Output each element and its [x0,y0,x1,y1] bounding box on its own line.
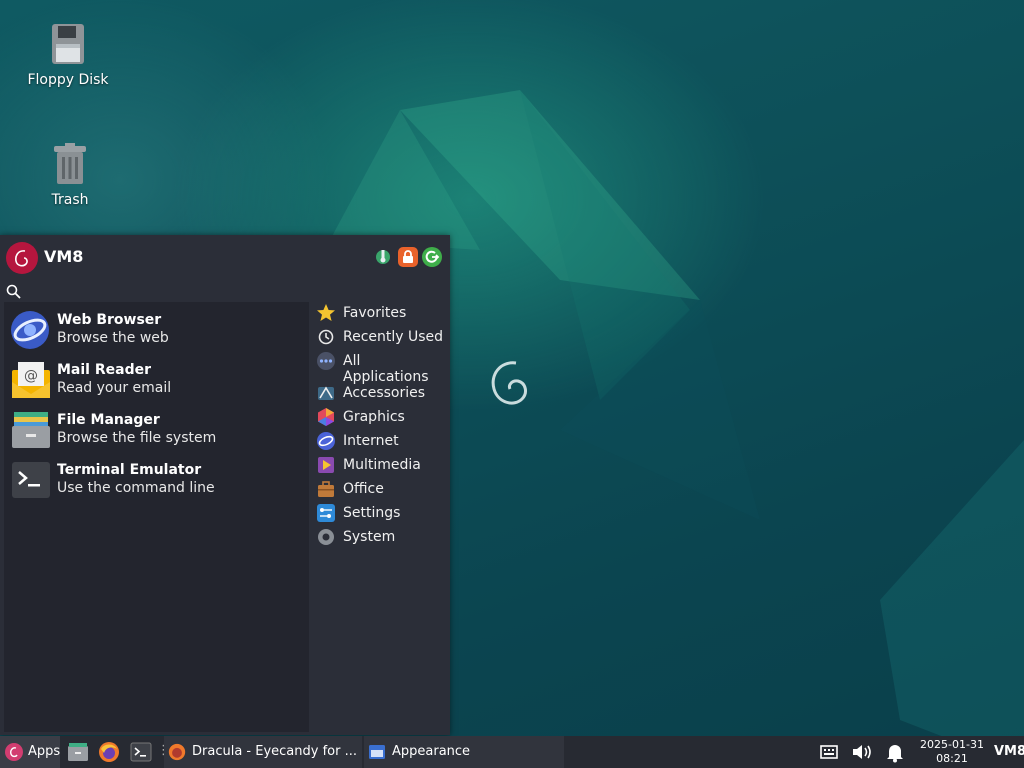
category-label: Favorites [343,305,407,321]
app-name: Terminal Emulator [57,462,202,478]
taskbar-window-appearance[interactable]: Appearance [364,736,564,768]
category-accessories[interactable]: Accessories [314,382,450,404]
star-icon [317,304,335,321]
category-label: Recently Used [343,329,444,345]
category-label: Settings [343,505,401,521]
launcher-file-manager[interactable] [64,736,92,768]
category-settings[interactable]: Settings [314,502,450,524]
clock-time: 08:21 [936,752,968,765]
logout-icon [425,250,440,263]
settings-manager-button[interactable] [373,247,393,267]
accessories-icon [318,386,334,400]
taskbar-user-name[interactable]: VM8 [994,744,1024,759]
category-list: Favorites Recently Used All Applications [310,302,450,735]
app-name: Web Browser [57,312,162,328]
category-graphics[interactable]: Graphics [314,406,450,428]
desktop-icon-trash[interactable]: Trash [20,142,120,208]
category-all-applications[interactable]: All Applications [314,350,450,385]
app-name: File Manager [57,412,160,428]
appearance-icon [369,745,385,759]
terminal-launcher-icon [130,742,152,762]
apps-label: Apps [28,744,61,759]
search-input[interactable] [22,281,422,301]
category-office[interactable]: Office [314,478,450,500]
window-title: Dracula - Eyecandy for ... [192,744,357,759]
apps-menu-button[interactable]: Apps [0,736,60,768]
app-description: Read your email [57,380,172,396]
bell-icon [887,745,903,763]
app-description: Browse the file system [57,430,217,446]
web-browser-icon [11,311,49,349]
debian-avatar-icon [15,250,28,267]
app-name: Mail Reader [57,362,151,378]
taskbar: Apps ⋮ Dracula - Eyecandy for ... [0,736,1024,768]
office-icon [318,481,334,497]
category-label: Multimedia [343,457,421,473]
trash-icon [50,142,90,186]
application-menu: VM8 Web Browser Browse the web @ Mail Re… [0,235,450,735]
clock-icon [318,329,334,345]
internet-icon [317,432,335,450]
file-manager-launcher-icon [68,743,88,761]
floppy-disk-icon [48,22,88,66]
app-description: Use the command line [57,480,215,496]
lock-screen-button[interactable] [398,247,418,267]
notifications-button[interactable] [882,736,908,768]
app-item-file-manager[interactable]: File Manager Browse the file system [8,406,304,452]
app-item-terminal-emulator[interactable]: Terminal Emulator Use the command line [8,456,304,502]
category-label: Accessories [343,385,426,401]
category-label: All Applications [343,353,429,385]
category-label: Office [343,481,384,497]
mail-reader-icon: @ [12,362,50,398]
category-internet[interactable]: Internet [314,430,450,452]
debian-menu-icon [5,743,23,761]
system-icon [318,529,334,545]
keyboard-icon [820,745,838,759]
search-icon [6,284,21,299]
dots-icon [317,352,335,370]
volume-button[interactable] [849,736,875,768]
keyboard-layout-button[interactable] [818,736,840,768]
category-system[interactable]: System [314,526,450,548]
clock-date: 2025-01-31 [920,738,984,751]
file-manager-icon [12,412,50,448]
search-row [0,279,450,303]
category-multimedia[interactable]: Multimedia [314,454,450,476]
firefox-launcher-icon [99,742,119,762]
avatar[interactable] [6,242,38,274]
launcher-terminal[interactable] [127,736,155,768]
category-favorites[interactable]: Favorites [314,302,450,324]
svg-text:@: @ [24,368,38,384]
clock[interactable]: 2025-01-31 08:21 [914,738,990,766]
debian-logo-icon [491,361,527,405]
desktop-icon-label: Trash [51,192,89,208]
taskbar-window-firefox[interactable]: Dracula - Eyecandy for ... [164,736,362,768]
favorites-app-list: Web Browser Browse the web @ Mail Reader… [4,302,309,732]
terminal-icon [12,462,50,498]
user-name: VM8 [44,247,84,266]
category-label: Internet [343,433,399,449]
logout-button[interactable] [422,247,442,267]
menu-header: VM8 [0,235,450,279]
desktop-icon-label: Floppy Disk [27,72,109,88]
graphics-icon [318,408,334,426]
category-label: Graphics [343,409,405,425]
app-item-mail-reader[interactable]: @ Mail Reader Read your email [8,356,304,402]
settings-category-icon [317,504,335,522]
category-label: System [343,529,396,545]
app-description: Browse the web [57,330,169,346]
volume-icon [853,745,871,759]
desktop-icon-floppy-disk[interactable]: Floppy Disk [18,22,118,88]
firefox-icon [168,743,186,761]
launcher-web-browser[interactable] [95,736,123,768]
window-title: Appearance [392,744,471,759]
category-recently-used[interactable]: Recently Used [314,326,450,348]
app-item-web-browser[interactable]: Web Browser Browse the web [8,306,304,352]
settings-icon [376,250,390,264]
lock-icon [403,250,413,263]
multimedia-icon [318,457,334,473]
